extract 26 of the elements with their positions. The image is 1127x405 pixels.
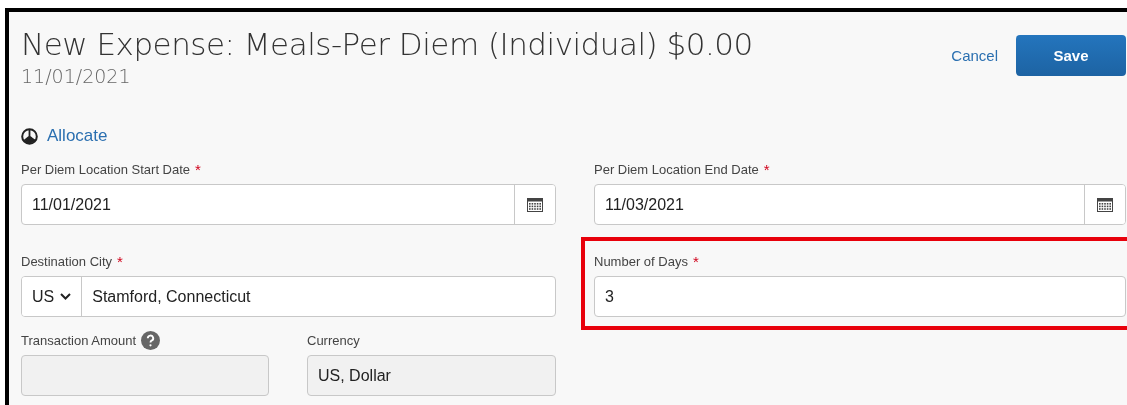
save-button[interactable]: Save (1016, 35, 1126, 76)
pie-chart-icon (21, 127, 38, 145)
input-field[interactable]: 3 (594, 276, 1126, 317)
required-mark: * (117, 252, 123, 270)
calendar-icon (527, 197, 543, 212)
chevron-down-icon (60, 293, 72, 300)
date-field[interactable]: 11/01/2021 (21, 184, 556, 225)
field-label: Currency (307, 332, 360, 348)
calendar-button[interactable] (514, 185, 555, 224)
calendar-button[interactable] (1084, 185, 1125, 224)
required-mark: * (692, 252, 699, 270)
required-mark: * (763, 160, 770, 178)
required-mark: * (195, 160, 201, 178)
field-label: Destination City (21, 253, 113, 269)
field-label: Number of Days (594, 253, 688, 269)
field-label: Transaction Amount (21, 332, 137, 348)
page-title: New Expense: Meals-Per Diem (Individual) $0.00 (21, 25, 753, 64)
field-label: Per Diem Location Start Date (21, 161, 191, 177)
city-field[interactable]: US Stamford, Connecticut (21, 276, 556, 317)
field-label: Per Diem Location End Date (594, 161, 759, 177)
cancel-link[interactable]: Cancel (951, 47, 998, 64)
calendar-icon (1097, 197, 1113, 212)
allocate-link[interactable]: Allocate (47, 126, 108, 146)
date-field[interactable]: 11/03/2021 (594, 184, 1126, 225)
expense-date: 11/01/2021 (21, 64, 132, 88)
country-dropdown[interactable]: US (22, 277, 83, 316)
